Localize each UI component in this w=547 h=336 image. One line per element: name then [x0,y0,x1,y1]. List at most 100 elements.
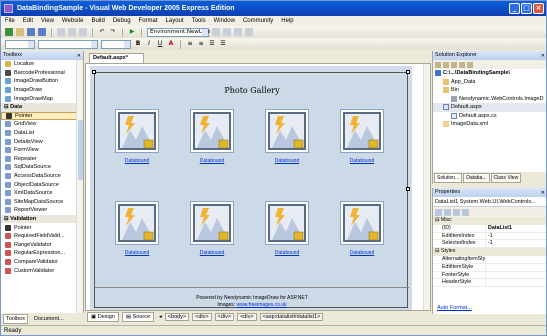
toolbox-item[interactable]: CustomValidator [1,266,83,275]
crumb-datalist[interactable]: <asp:datalist#datalist1> [259,313,324,321]
copy-icon[interactable] [68,28,76,36]
underline-icon[interactable]: U [156,40,164,48]
tree-node-default-aspx-cs[interactable]: Default.aspx.cs [433,112,546,121]
property-row[interactable]: EditItemStyle [433,263,546,272]
databound-link[interactable]: Databound [265,250,309,256]
nest-icon[interactable] [451,61,457,68]
paste-icon[interactable] [79,28,87,36]
footer-images-link[interactable]: www.freeimages.co.uk [237,302,287,308]
toolbox-item[interactable]: Localize [1,60,83,69]
size-combo[interactable] [101,39,131,49]
properties-icon[interactable] [234,28,242,36]
property-row[interactable]: HeaderStyle [433,279,546,288]
tree-node-root[interactable]: C:\...\DataBindingSample\ [433,69,546,78]
view-designer-icon[interactable] [467,61,473,68]
tree-node-default-aspx[interactable]: Default.aspx [433,103,546,112]
menu-debug[interactable]: Debug [113,18,131,24]
toolbox-item[interactable]: ImageDrawMap [1,94,83,103]
close-button[interactable]: × [533,3,544,14]
databound-link[interactable]: Databound [115,250,159,256]
menu-window[interactable]: Window [214,18,235,24]
property-row[interactable]: EditItemIndex -1 [433,232,546,241]
toolbox-item[interactable]: XmlDataSource [1,189,83,198]
toolbox-item[interactable]: RegularExpression... [1,249,83,258]
numbering-icon[interactable]: ☰ [219,40,227,48]
style-combo[interactable] [5,39,35,49]
menu-view[interactable]: View [41,18,54,24]
minimize-button[interactable]: _ [509,3,520,14]
databound-link[interactable]: Databound [340,250,384,256]
find-icon[interactable] [212,28,220,36]
toolbox-item[interactable]: BarcodeProfessional [1,69,83,78]
font-color-icon[interactable]: A [167,40,175,48]
properties-view-icon[interactable] [453,208,460,216]
crumb-back-icon[interactable]: ◂ [159,314,162,320]
tree-node-app-data[interactable]: App_Data [433,78,546,87]
property-row[interactable]: FooterStyle [433,271,546,280]
editor-scrollbar[interactable] [423,64,430,310]
menu-website[interactable]: Website [62,18,84,24]
redo-icon[interactable]: ↷ [109,28,117,36]
toolbox-item[interactable]: FormView [1,146,83,155]
environment-combo[interactable]: Environment.NewLine [147,27,210,37]
toolbox-item[interactable]: ReportViewer [1,206,83,215]
toolbox-item[interactable]: GridView [1,120,83,129]
menu-community[interactable]: Community [243,18,273,24]
toolbox-item[interactable]: RangeValidator [1,240,83,249]
alphabetical-icon[interactable] [444,208,451,216]
databound-link[interactable]: Databound [190,250,234,256]
tab-class-view[interactable]: Class View [490,173,522,183]
toolbox-item[interactable]: Repeater [1,155,83,164]
databound-link[interactable]: Databound [190,158,234,164]
menu-layout[interactable]: Layout [166,18,184,24]
bold-icon[interactable]: B [134,40,142,48]
toolbox-item[interactable]: DetailsView [1,137,83,146]
toolbox-item[interactable]: ImageDraw [1,86,83,95]
refresh-icon[interactable] [443,61,449,68]
cut-icon[interactable] [57,28,65,36]
properties-icon[interactable] [435,61,441,68]
toolbox-item[interactable]: DataList [1,129,83,138]
save-icon[interactable] [27,28,35,36]
toolbox-item[interactable]: AccessDataSource [1,172,83,181]
property-row[interactable]: SelectedIndex -1 [433,240,546,249]
toolbox-icon[interactable] [245,28,253,36]
align-center-icon[interactable]: ≡ [197,40,205,48]
undo-icon[interactable]: ↶ [98,28,106,36]
categorized-icon[interactable] [435,208,442,216]
databound-link[interactable]: Databound [265,158,309,164]
pin-icon[interactable]: ✕ [541,52,545,61]
maximize-button[interactable]: □ [521,3,532,14]
solution-explorer-icon[interactable] [223,28,231,36]
toolbox-item[interactable]: Pointer [1,223,83,232]
bullets-icon[interactable]: ☰ [208,40,216,48]
tab-document-outline[interactable]: Document... [32,315,66,323]
category-styles[interactable]: ⊟ Styles [433,248,546,256]
align-left-icon[interactable]: ≡ [186,40,194,48]
tree-node-dll[interactable]: Neodynamic.WebControls.ImageD [433,95,546,104]
new-project-icon[interactable] [5,28,13,36]
crumb-div[interactable]: <div> [237,313,257,321]
toolbox-item[interactable]: ImageDrawButton [1,77,83,86]
toolbox-scrollbar[interactable] [76,60,83,315]
tab-source[interactable]: ▤ Source [121,312,155,322]
databound-link[interactable]: Databound [115,158,159,164]
tree-node-bin[interactable]: Bin [433,86,546,95]
crumb-div[interactable]: <div> [192,313,212,321]
toolbox-group-data[interactable]: ⊟ Data [1,102,83,112]
object-selector[interactable]: DataList1 System.Web.UI.WebControls... [433,197,546,207]
datalist-control[interactable]: Photo Gallery Databound Databound Databoun… [92,70,410,308]
start-debug-icon[interactable]: ▶ [128,28,136,36]
tab-toolbox[interactable]: Toolbox [3,314,28,324]
menu-build[interactable]: Build [92,18,105,24]
menu-file[interactable]: File [5,18,15,24]
menu-format[interactable]: Format [139,18,158,24]
crumb-div[interactable]: <div> [214,313,235,321]
menu-tools[interactable]: Tools [192,18,206,24]
tab-design[interactable]: ▣ Design [87,312,119,322]
events-icon[interactable] [462,208,469,216]
menu-help[interactable]: Help [281,18,293,24]
italic-icon[interactable]: I [145,40,153,48]
view-code-icon[interactable] [459,61,465,68]
toolbox-item[interactable]: SiteMapDataSource [1,198,83,207]
